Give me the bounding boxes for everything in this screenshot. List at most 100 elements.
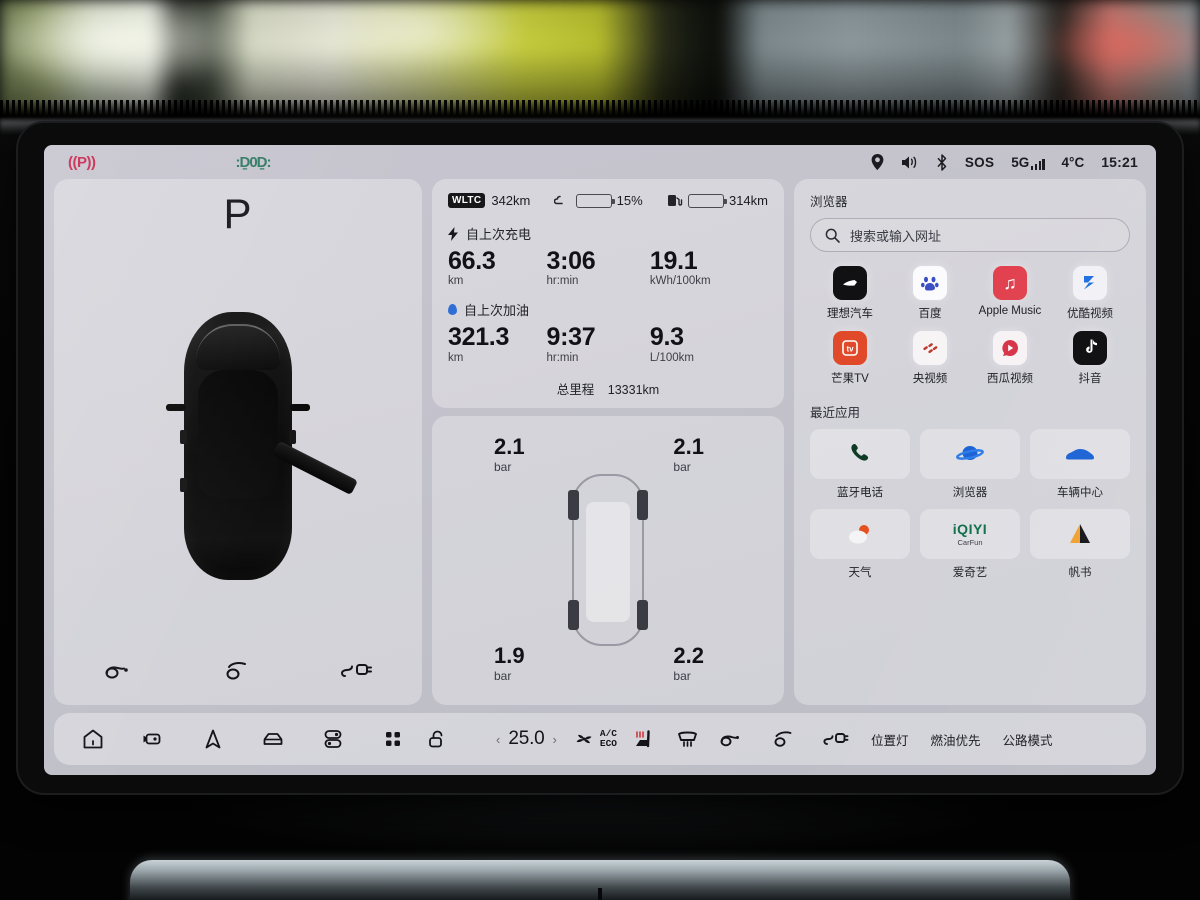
trip-unit: km <box>448 351 464 364</box>
trip-value: 19.1 <box>649 247 698 275</box>
photo-scene: ((P)) :Ḏ0Ḏ: SOS 5G 4°C 15:21 P WLTC 342k… <box>0 0 1200 900</box>
youku-icon <box>1073 266 1107 300</box>
app-tile-li-auto[interactable]: 理想汽车 <box>810 266 890 321</box>
temp-increase-button[interactable]: › <box>553 732 557 747</box>
seat-heater-icon[interactable] <box>633 728 659 750</box>
recent-tile-browser[interactable]: 浏览器 <box>920 429 1020 500</box>
car-illustration-wrap <box>54 235 422 657</box>
battery-percent: 15% <box>616 193 643 208</box>
fuel-filler-icon[interactable] <box>719 728 745 750</box>
gear-indicator: P <box>223 190 253 237</box>
tyre-pressure-card[interactable]: 2.1 bar 2.1 bar 1.9 bar 2.2 bar <box>432 415 784 705</box>
charge-plug-dc-icon[interactable] <box>823 728 849 750</box>
unlock-icon[interactable] <box>426 728 448 750</box>
sos-button[interactable]: SOS <box>965 155 994 170</box>
telltale-group: ((P)) :Ḏ0Ḏ: <box>60 154 272 171</box>
search-input[interactable]: 搜索或输入网址 <box>810 218 1130 252</box>
home-icon[interactable] <box>82 728 104 750</box>
temperature-stepper[interactable]: ‹ 25.0 › <box>496 728 557 750</box>
road-mode-button[interactable]: 公路模式 <box>1003 730 1053 749</box>
fuel-drop-icon <box>448 304 457 316</box>
climate-controls: ‹ 25.0 › A/C ECO <box>426 728 701 750</box>
car-outline-icon <box>568 474 648 647</box>
trip-refuel-title: 自上次加油 <box>464 303 530 319</box>
app-tile-baidu[interactable]: 百度 <box>890 266 970 321</box>
bolt-icon <box>448 226 459 241</box>
tyre-value: 1.9 <box>494 643 525 668</box>
recent-label: 天气 <box>848 567 872 579</box>
trip-value: 66.3 <box>448 247 496 275</box>
trip-cell: 3:06 hr:min <box>546 247 649 288</box>
app-label: Apple Music <box>978 305 1042 317</box>
fuel-filler-icon[interactable] <box>103 657 137 683</box>
app-tile-youku[interactable]: 优酷视频 <box>1050 266 1130 321</box>
battery-group: 15% <box>553 193 643 208</box>
fuel-priority-button[interactable]: 燃油优先 <box>931 730 981 749</box>
charge-port-ac-icon[interactable] <box>221 657 255 683</box>
search-icon <box>825 228 840 243</box>
trip-unit: km <box>448 275 464 288</box>
trip-cell: 9:37 hr:min <box>546 324 649 364</box>
dashcam-icon[interactable] <box>142 728 164 750</box>
app-tile-xigua-video[interactable]: 西瓜视频 <box>970 331 1050 386</box>
position-lights-button[interactable]: 位置灯 <box>871 730 909 749</box>
tyre-rear-left: 1.9 bar <box>494 643 525 684</box>
status-indicators: SOS 5G 4°C 15:21 <box>871 153 1138 171</box>
app-label: 央视频 <box>912 373 948 385</box>
wheel-rear-right <box>637 600 648 631</box>
browser-card: 浏览器 搜索或输入网址 理想汽车 百度 ♫ Apple Music 优酷视频 t… <box>794 179 1146 705</box>
trip-value: 3:06 <box>546 247 596 275</box>
fuel-pump-icon <box>666 193 683 208</box>
recent-tile-weather[interactable]: 天气 <box>810 509 910 580</box>
tyre-unit: bar <box>673 669 691 683</box>
app-label: 芒果TV <box>831 373 869 385</box>
iqiyi-brand-sub: CarFun <box>957 538 983 547</box>
port-quick-icons <box>719 728 849 750</box>
trip-unit: hr:min <box>546 351 579 364</box>
app-label: 抖音 <box>1078 373 1102 385</box>
tyre-unit: bar <box>673 459 691 474</box>
iqiyi-brand-text: iQIYI <box>952 521 988 537</box>
tyre-front-left: 2.1 bar <box>494 435 525 474</box>
vehicle-port-icons <box>103 657 373 705</box>
eco-label: ECO <box>599 738 617 749</box>
air-vent-chrome-trim <box>130 860 1070 900</box>
settings-sliders-icon[interactable] <box>322 728 344 750</box>
phone-handset-icon <box>810 429 910 479</box>
temp-decrease-button[interactable]: ‹ <box>496 732 500 747</box>
recent-label: 爱奇艺 <box>952 567 988 579</box>
app-tile-douyin[interactable]: 抖音 <box>1050 331 1130 386</box>
recent-tile-fanshu[interactable]: 帆书 <box>1030 509 1130 580</box>
network-label: 5G <box>1011 154 1030 170</box>
wheel-rear-left <box>568 600 579 631</box>
car-front-icon[interactable] <box>262 728 284 750</box>
wltc-range: 342km <box>491 193 531 208</box>
fanshu-icon <box>1030 509 1130 559</box>
location-pin-icon[interactable] <box>871 154 884 170</box>
app-tile-mango-tv[interactable]: tv 芒果TV <box>810 331 890 386</box>
tyre-value: 2.2 <box>673 643 704 668</box>
recent-tile-iqiyi[interactable]: iQIYI CarFun 爱奇艺 <box>920 509 1020 580</box>
apps-grid-icon[interactable] <box>382 728 404 750</box>
recent-tile-vehicle-center[interactable]: 车辆中心 <box>1030 429 1130 500</box>
vehicle-column: P <box>54 179 422 705</box>
rear-defrost-icon[interactable] <box>675 728 701 750</box>
app-tile-apple-music[interactable]: ♫ Apple Music <box>970 266 1050 321</box>
signal-bars-icon <box>1031 158 1045 170</box>
recent-tile-bluetooth-phone[interactable]: 蓝牙电话 <box>810 429 910 500</box>
trip-unit: kWh/100km <box>649 275 711 288</box>
ac-eco-button[interactable]: A/C ECO <box>573 728 617 750</box>
bluetooth-icon[interactable] <box>936 153 948 171</box>
charge-port-ac-icon[interactable] <box>771 728 797 750</box>
navigation-arrow-icon[interactable] <box>202 728 224 750</box>
douyin-icon <box>1073 331 1107 365</box>
app-tile-cctv-video[interactable]: 央视频 <box>890 331 970 386</box>
vehicle-card[interactable]: P <box>54 179 422 705</box>
energy-card[interactable]: WLTC 342km 15% 314km 自上次充电 66.3 km 3:06 … <box>432 179 784 408</box>
speaker-icon[interactable] <box>901 155 919 170</box>
recent-apps-title: 最近应用 <box>810 406 861 420</box>
app-label: 西瓜视频 <box>987 373 1033 385</box>
fuel-group: 314km <box>666 193 768 208</box>
charge-plug-dc-icon[interactable] <box>339 657 373 683</box>
browser-column: 浏览器 搜索或输入网址 理想汽车 百度 ♫ Apple Music 优酷视频 t… <box>794 179 1146 705</box>
